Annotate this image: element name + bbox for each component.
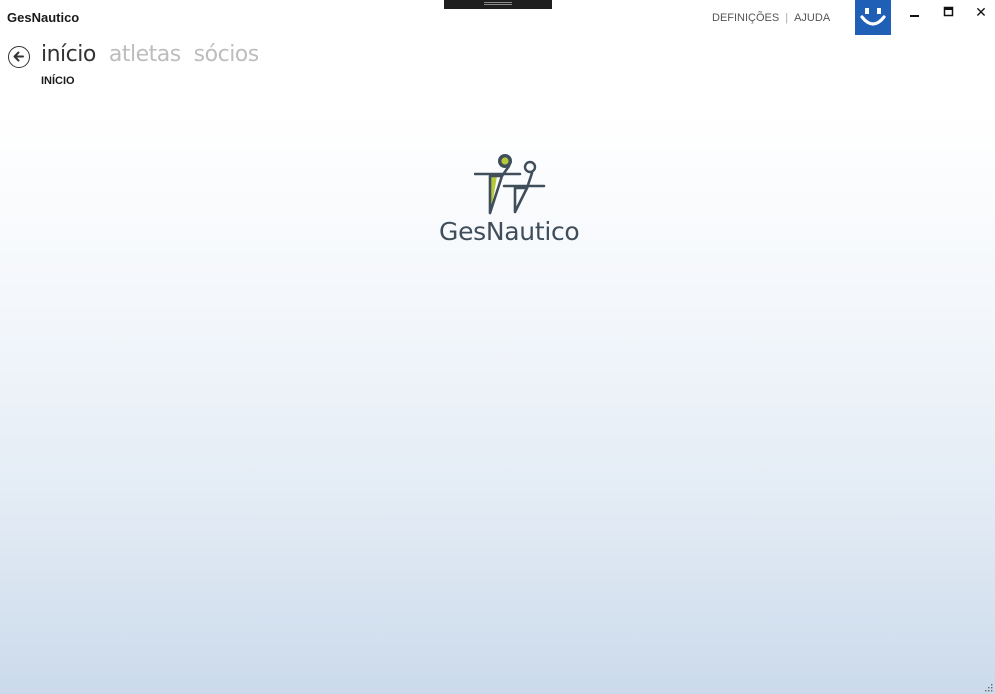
maximize-icon <box>943 6 954 17</box>
minimize-icon <box>910 15 919 17</box>
smiley-icon <box>860 8 886 26</box>
back-button[interactable] <box>8 46 30 68</box>
grip-line <box>484 4 512 5</box>
logo-text: GesNautico <box>439 217 580 246</box>
back-arrow-icon <box>13 51 24 62</box>
minimize-button[interactable] <box>903 3 927 21</box>
rowers-logo-icon <box>474 154 546 215</box>
user-tile[interactable] <box>855 0 891 35</box>
section-nav: início atletas sócios <box>41 42 272 67</box>
link-separator: | <box>785 12 789 24</box>
top-links: DEFINIÇÕES | AJUDA <box>712 12 830 24</box>
tab-atletas[interactable]: atletas <box>109 42 181 67</box>
settings-link[interactable]: DEFINIÇÕES <box>712 12 779 24</box>
close-button[interactable]: ✕ <box>969 3 993 21</box>
help-link[interactable]: AJUDA <box>794 12 830 24</box>
tab-inicio[interactable]: início <box>41 42 96 67</box>
resize-grip-icon[interactable] <box>983 682 993 692</box>
app-bar-handle[interactable] <box>444 0 552 9</box>
app-logo: GesNautico <box>438 150 588 250</box>
page-subtitle: INÍCIO <box>41 75 75 87</box>
tab-socios[interactable]: sócios <box>194 42 260 67</box>
app-title: GesNautico <box>7 10 80 25</box>
close-icon: ✕ <box>975 3 987 20</box>
grip-line <box>484 2 512 3</box>
maximize-button[interactable] <box>937 3 961 21</box>
